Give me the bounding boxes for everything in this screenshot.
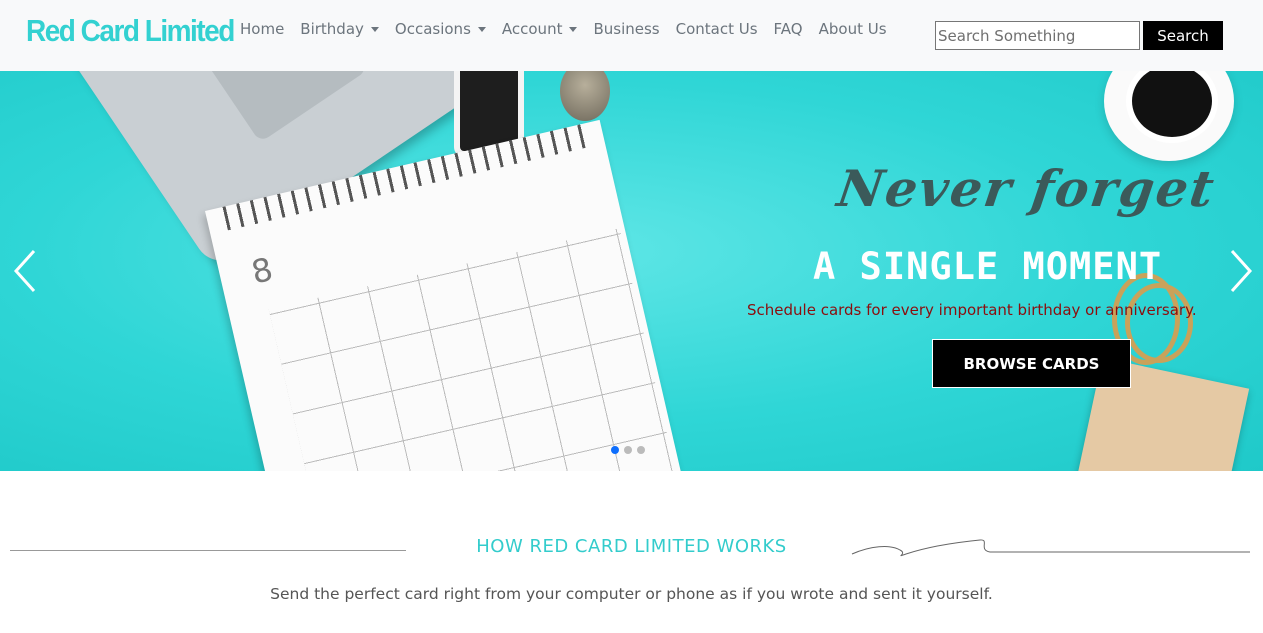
calendar-month-number: 8 xyxy=(247,249,277,292)
nav-item-occasions[interactable]: Occasions xyxy=(387,20,494,38)
nav-item-business[interactable]: Business xyxy=(585,20,667,38)
nav-item-label: Birthday xyxy=(300,20,364,38)
top-navbar: Red Card Limited Home Birthday Occasions… xyxy=(0,0,1263,71)
carousel-indicator[interactable] xyxy=(624,446,632,454)
squiggle-divider-icon xyxy=(851,539,1250,557)
chevron-left-icon xyxy=(13,249,36,293)
nav-item-label: Occasions xyxy=(394,20,471,38)
hero-title: A SINGLE MOMENT xyxy=(813,245,1163,288)
chevron-right-icon xyxy=(1230,249,1253,293)
nav-item-label: About Us xyxy=(818,20,887,38)
carousel-next-button[interactable] xyxy=(1222,249,1256,293)
nav-item-label: Contact Us xyxy=(675,20,758,38)
carousel-prev-button[interactable] xyxy=(10,249,44,293)
nav-item-label: Business xyxy=(593,20,660,38)
nav-item-label: FAQ xyxy=(773,20,803,38)
caret-down-icon xyxy=(477,27,486,32)
nav-item-birthday[interactable]: Birthday xyxy=(292,20,387,38)
browse-cards-button[interactable]: BROWSE CARDS xyxy=(932,339,1131,388)
caret-down-icon xyxy=(370,27,379,32)
hero-script-title: Never forget xyxy=(833,159,1220,218)
section-description: Send the perfect card right from your co… xyxy=(270,585,993,603)
nav-item-about-us[interactable]: About Us xyxy=(811,20,895,38)
brand-logo[interactable]: Red Card Limited xyxy=(26,14,235,49)
nav-item-account[interactable]: Account xyxy=(494,20,586,38)
caret-down-icon xyxy=(569,27,578,32)
ring-image xyxy=(1125,283,1193,363)
carousel-indicator[interactable] xyxy=(611,446,619,454)
nav-item-contact-us[interactable]: Contact Us xyxy=(668,20,766,38)
search-button[interactable]: Search xyxy=(1143,21,1223,50)
cup-image xyxy=(560,71,610,121)
nav-item-home[interactable]: Home xyxy=(232,20,292,38)
carousel-indicator[interactable] xyxy=(637,446,645,454)
carousel-indicators xyxy=(611,446,645,454)
search-input[interactable] xyxy=(935,21,1140,50)
main-nav: Home Birthday Occasions Account Business… xyxy=(232,20,895,38)
hero-subtitle: Schedule cards for every important birth… xyxy=(747,301,1197,319)
nav-item-label: Home xyxy=(240,20,285,38)
nav-item-label: Account xyxy=(501,20,563,38)
nav-item-faq[interactable]: FAQ xyxy=(766,20,811,38)
coffee-cup-image xyxy=(1104,71,1234,161)
hero-carousel: 8 Never forget A SINGLE MOMENT Schedule … xyxy=(0,71,1263,471)
